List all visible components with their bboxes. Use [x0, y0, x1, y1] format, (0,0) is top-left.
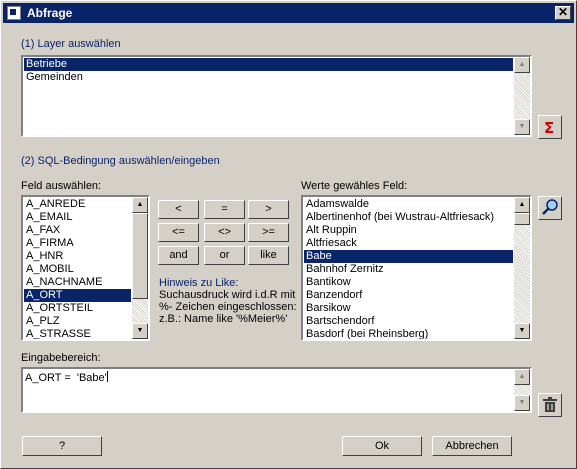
field-list-item[interactable]: A_MOBIL [24, 263, 131, 276]
sql-input-value: A_ORT = 'Babe' [25, 371, 108, 384]
values-label: Werte gewähles Feld: [301, 180, 408, 192]
window-title: Abfrage [27, 6, 73, 20]
value-list-item[interactable]: Albertinenhof (bei Wustrau-Altfriesack) [304, 211, 513, 224]
value-items: Adamswalde Albertinenhof (bei Wustrau-Alt… [304, 198, 513, 339]
trash-icon [543, 397, 557, 412]
title-bar[interactable]: Abfrage ✕ [3, 3, 574, 23]
input-label: Eingabebereich: [21, 352, 101, 364]
value-list-item[interactable]: Bahnhof Zernitz [304, 263, 513, 276]
value-list-item[interactable]: Bartschendorf [304, 315, 513, 328]
value-list-item[interactable]: Altfriesack [304, 237, 513, 250]
scroll-up-icon[interactable]: ▲ [514, 197, 530, 213]
hint-heading: Hinweis zu Like: [159, 277, 239, 289]
values-scroll-thumb[interactable] [514, 213, 530, 225]
sum-button[interactable]: Σ [538, 115, 562, 139]
layer-scrollbar[interactable]: ▲ ▼ [514, 57, 530, 135]
value-list-item[interactable]: Banzendorf [304, 289, 513, 302]
input-scrollbar[interactable]: ▲ ▼ [514, 369, 530, 411]
help-button[interactable]: ? [22, 436, 102, 456]
layer-list-item[interactable]: Betriebe [24, 58, 513, 71]
sql-input-text: A_ORT = 'Babe' [25, 372, 107, 384]
sql-input[interactable]: A_ORT = 'Babe' ▲ ▼ [21, 367, 532, 413]
delete-button[interactable] [538, 393, 562, 417]
field-list-item[interactable]: A_FIRMA [24, 237, 131, 250]
value-list-item[interactable]: Alt Ruppin [304, 224, 513, 237]
op-eq-button[interactable]: = [204, 200, 245, 219]
op-or-button[interactable]: or [204, 246, 245, 265]
values-listbox[interactable]: Adamswalde Albertinenhof (bei Wustrau-Alt… [301, 195, 532, 341]
field-list-item[interactable]: A_PLZ [24, 315, 131, 328]
field-list-item[interactable]: A_STRASSE [24, 328, 131, 339]
op-gt-button[interactable]: > [248, 200, 289, 219]
field-list-item[interactable]: A_EMAIL [24, 211, 131, 224]
fields-scroll-thumb[interactable] [132, 213, 148, 299]
layer-listbox[interactable]: Betriebe Gemeinden ▲ ▼ [21, 55, 532, 137]
hint-line: z.B.: Name like '%Meier%' [159, 313, 288, 325]
svg-text:Σ: Σ [544, 119, 554, 137]
sigma-icon: Σ [544, 119, 554, 137]
value-list-item[interactable]: Bantikow [304, 276, 513, 289]
close-button[interactable]: ✕ [555, 6, 571, 20]
fields-listbox[interactable]: A_ANREDE A_EMAIL A_FAX A_FIRMA A_HNR A_MOBIL A… [21, 195, 150, 341]
scroll-down-icon[interactable]: ▼ [514, 119, 530, 135]
hint-line: Suchausdruck wird i.d.R mit [159, 289, 296, 301]
scroll-down-icon[interactable]: ▼ [132, 323, 148, 339]
search-button[interactable] [538, 196, 562, 220]
value-list-item[interactable]: Adamswalde [304, 198, 513, 211]
values-scrollbar[interactable]: ▲ ▼ [514, 197, 530, 339]
op-ge-button[interactable]: >= [248, 223, 289, 242]
like-hint: Hinweis zu Like: Suchausdruck wird i.d.R… [159, 277, 297, 325]
scroll-up-icon[interactable]: ▲ [514, 57, 530, 73]
text-caret [106, 371, 108, 382]
value-list-item[interactable]: Barsikow [304, 302, 513, 315]
fields-label: Feld auswählen: [21, 180, 102, 192]
layer-heading: (1) Layer auswählen [21, 38, 121, 50]
field-list-item[interactable]: A_ORT [24, 289, 131, 302]
scroll-down-icon[interactable]: ▼ [514, 323, 530, 339]
scroll-up-icon[interactable]: ▲ [514, 369, 530, 385]
op-and-button[interactable]: and [158, 246, 199, 265]
field-list-item[interactable]: A_HNR [24, 250, 131, 263]
op-ne-button[interactable]: <> [204, 223, 245, 242]
layer-items: Betriebe Gemeinden [24, 58, 513, 84]
op-le-button[interactable]: <= [158, 223, 199, 242]
scroll-down-icon[interactable]: ▼ [514, 395, 530, 411]
fields-scrollbar[interactable]: ▲ ▼ [132, 197, 148, 339]
magnifier-icon [542, 199, 558, 215]
field-list-item[interactable]: A_ANREDE [24, 198, 131, 211]
scroll-up-icon[interactable]: ▲ [132, 197, 148, 213]
ok-button[interactable]: Ok [342, 436, 422, 456]
field-list-item[interactable]: A_ORTSTEIL [24, 302, 131, 315]
hint-line: %- Zeichen eingeschlossen: [159, 301, 297, 313]
op-lt-button[interactable]: < [158, 200, 199, 219]
field-items: A_ANREDE A_EMAIL A_FAX A_FIRMA A_HNR A_MOBIL A… [24, 198, 131, 339]
value-list-item[interactable]: Babe [304, 250, 513, 263]
sql-heading: (2) SQL-Bedingung auswählen/eingeben [21, 155, 220, 167]
op-like-button[interactable]: like [248, 246, 289, 265]
value-list-item[interactable]: Basdorf (bei Rheinsberg) [304, 328, 513, 339]
app-icon [7, 6, 21, 20]
layer-list-item[interactable]: Gemeinden [24, 71, 513, 84]
field-list-item[interactable]: A_NACHNAME [24, 276, 131, 289]
cancel-button[interactable]: Abbrechen [432, 436, 512, 456]
field-list-item[interactable]: A_FAX [24, 224, 131, 237]
